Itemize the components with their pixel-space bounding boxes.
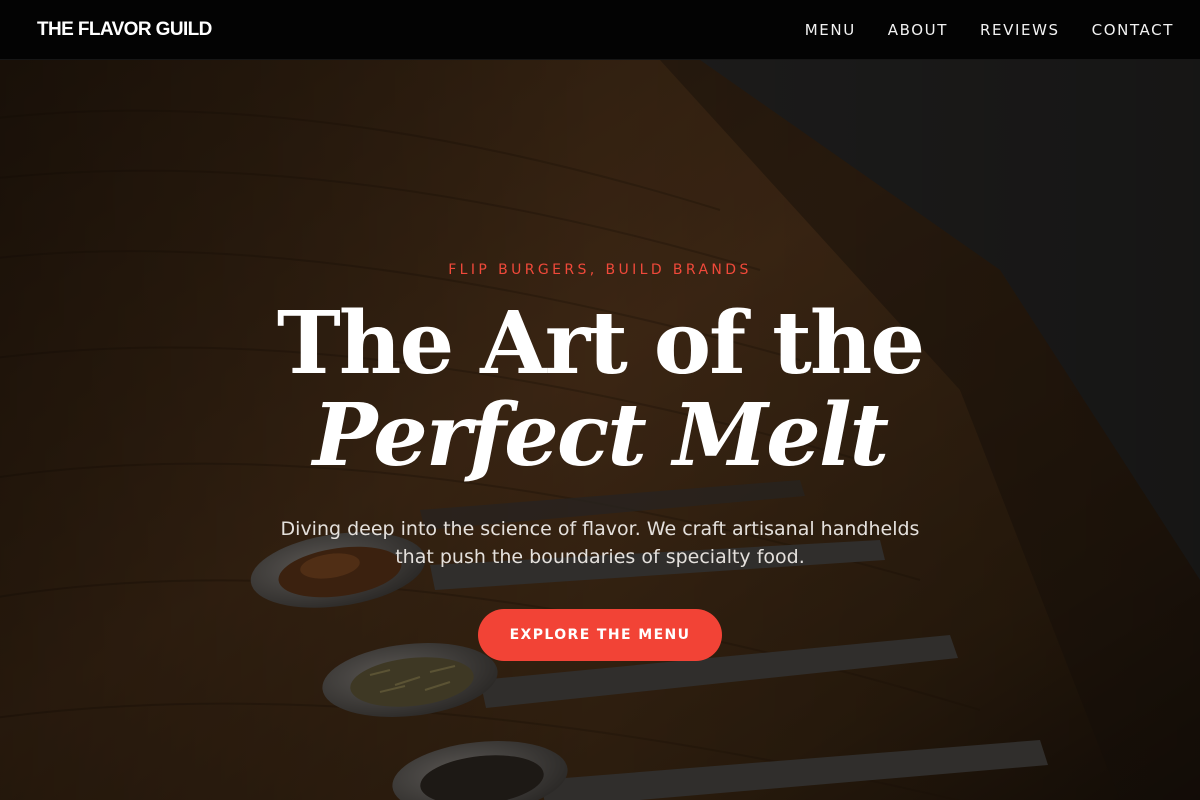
- top-nav-bar: THE FLAVOR GUILD MENU ABOUT REVIEWS CONT…: [0, 0, 1200, 60]
- nav-link-contact[interactable]: CONTACT: [1092, 21, 1174, 39]
- main-nav: MENU ABOUT REVIEWS CONTACT: [805, 21, 1174, 39]
- hero-eyebrow: FLIP BURGERS, BUILD BRANDS: [448, 262, 752, 278]
- site-logo[interactable]: THE FLAVOR GUILD: [37, 19, 212, 41]
- nav-link-about[interactable]: ABOUT: [888, 21, 948, 39]
- nav-link-reviews[interactable]: REVIEWS: [980, 21, 1060, 39]
- hero-section: FLIP BURGERS, BUILD BRANDS The Art of th…: [0, 60, 1200, 800]
- hero-headline-line1: The Art of the: [276, 293, 925, 394]
- hero-headline: The Art of the Perfect Melt: [0, 298, 1200, 482]
- hero-content: FLIP BURGERS, BUILD BRANDS The Art of th…: [0, 60, 1200, 800]
- hero-headline-line2: Perfect Melt: [312, 385, 889, 486]
- nav-link-menu[interactable]: MENU: [805, 21, 856, 39]
- hero-subtext: Diving deep into the science of flavor. …: [280, 518, 920, 568]
- explore-menu-button[interactable]: EXPLORE THE MENU: [478, 609, 722, 661]
